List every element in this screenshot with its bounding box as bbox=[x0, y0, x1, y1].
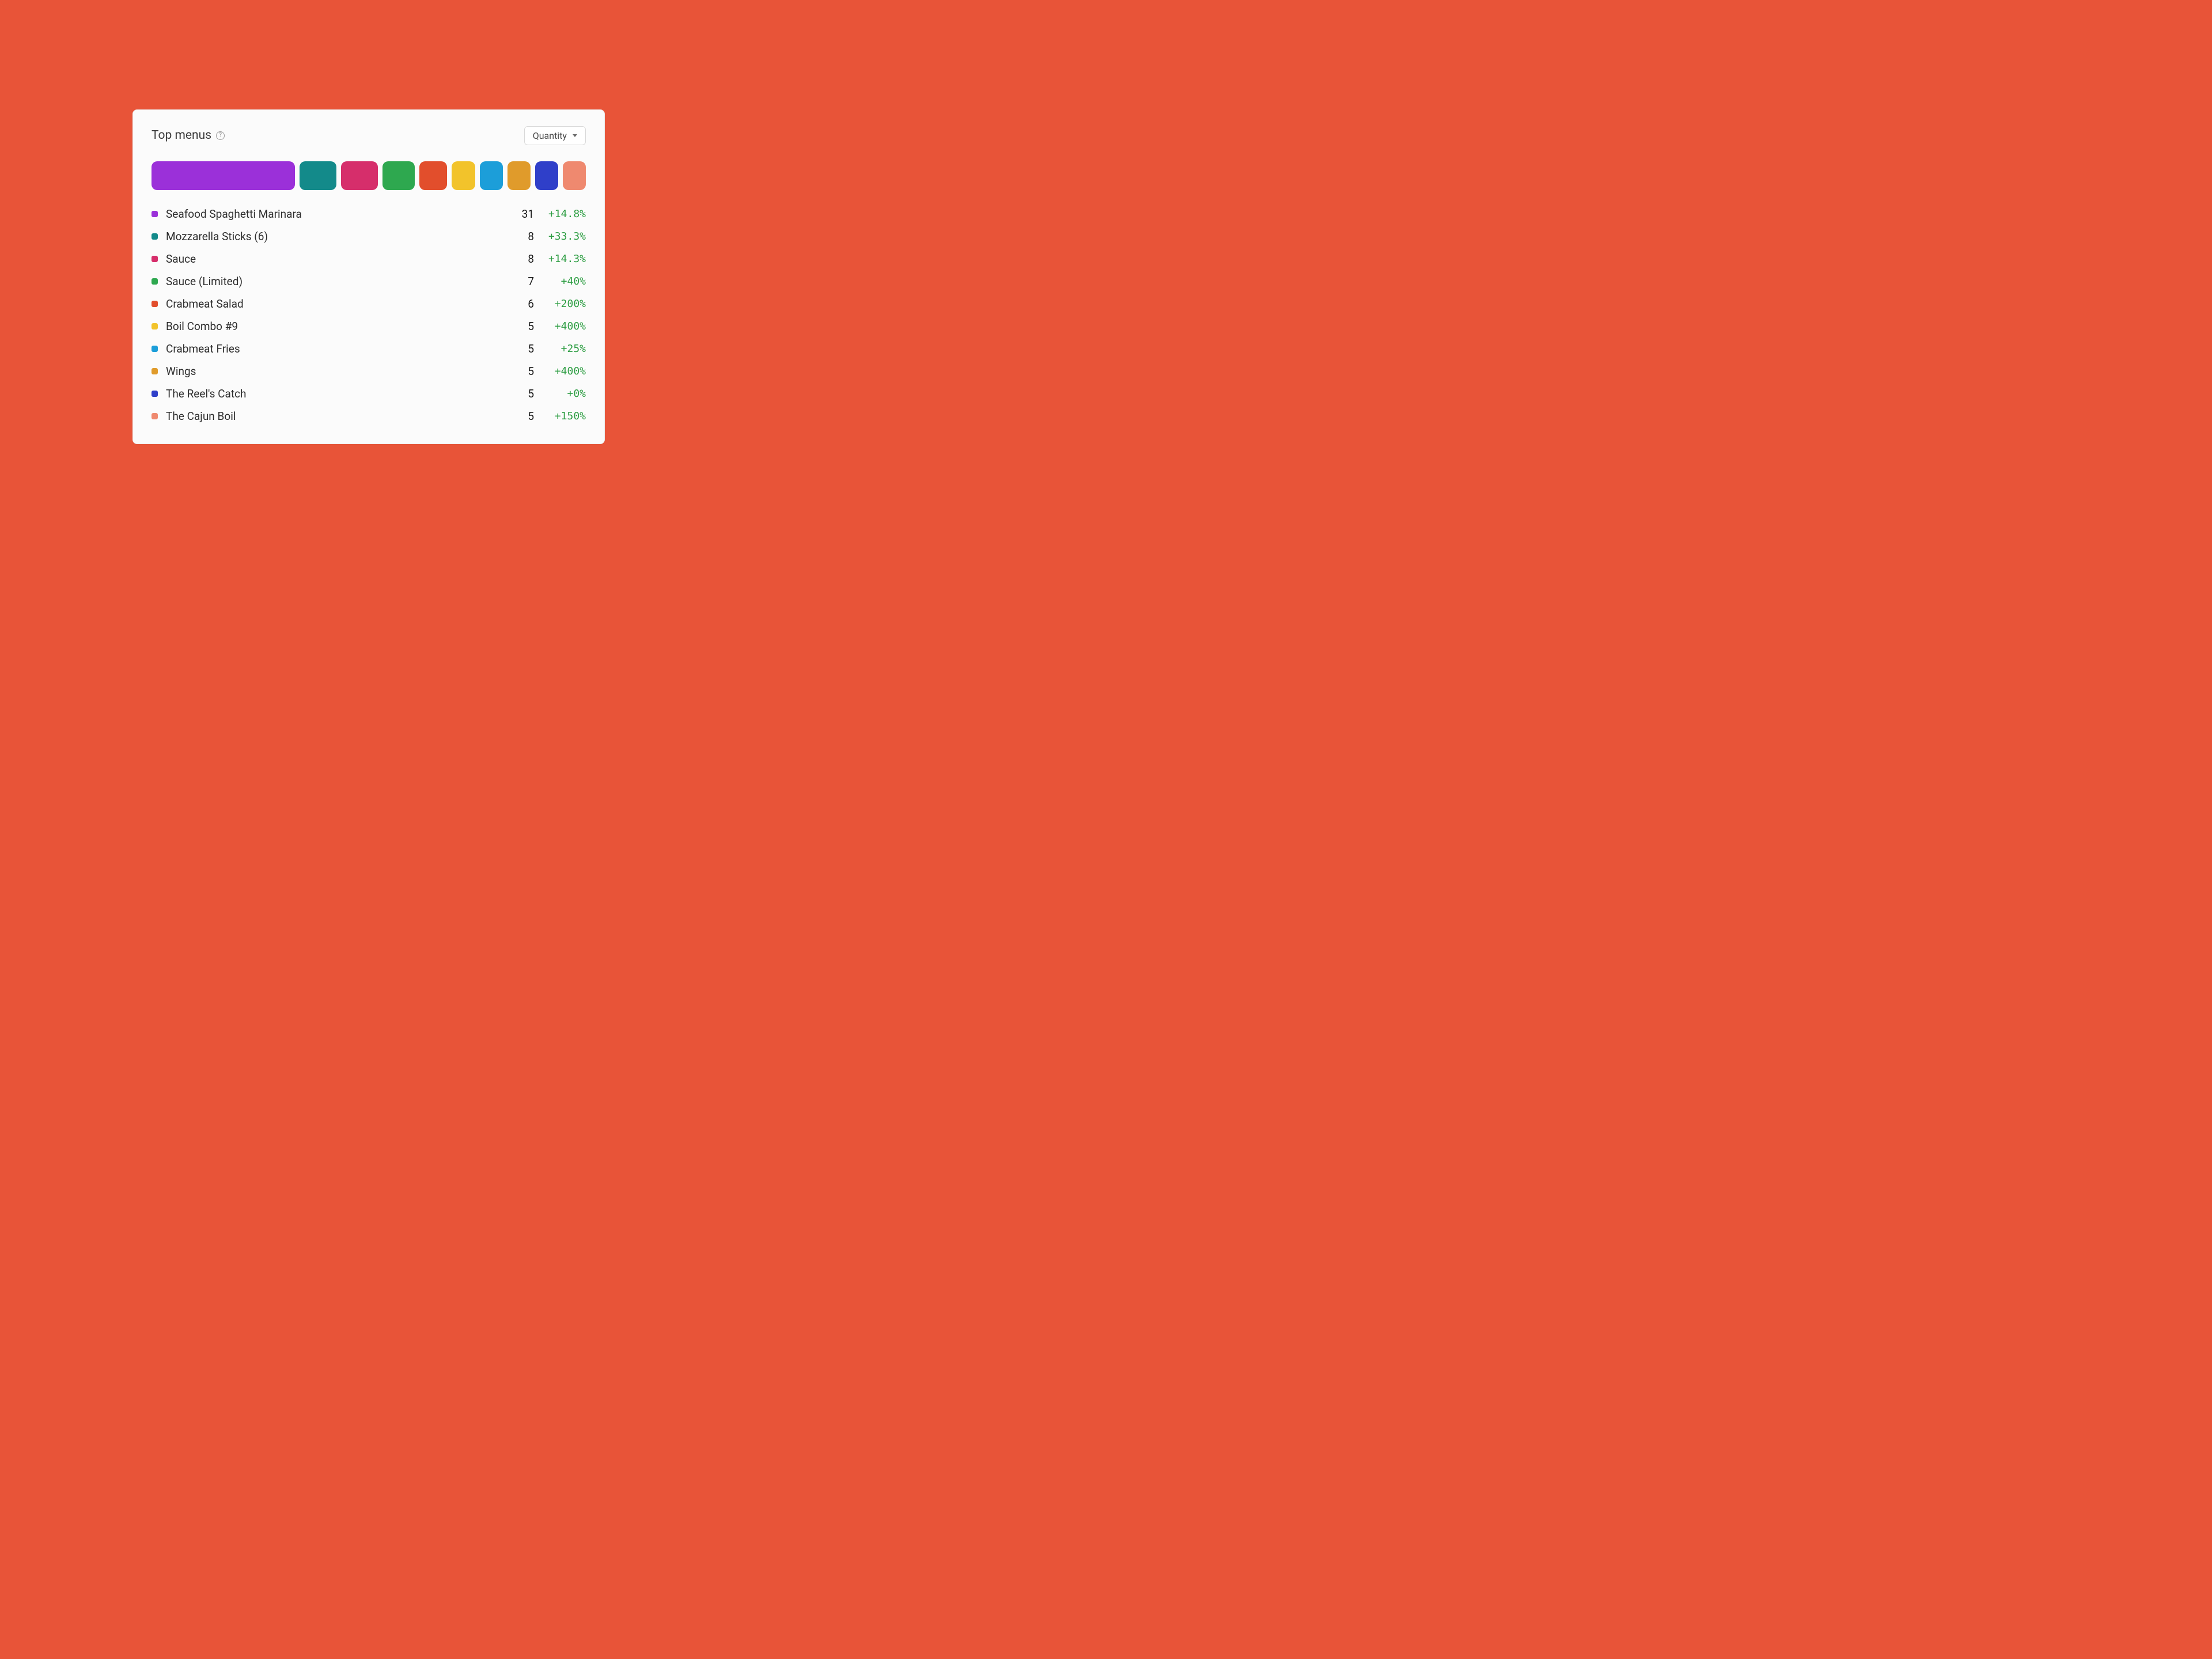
item-name: Crabmeat Fries bbox=[166, 342, 506, 355]
color-swatch bbox=[151, 413, 158, 419]
item-value: 8 bbox=[506, 230, 534, 243]
bar-segment bbox=[382, 161, 415, 190]
item-change: +400% bbox=[534, 320, 586, 332]
dropdown-label: Quantity bbox=[533, 130, 567, 141]
item-name: Sauce bbox=[166, 252, 506, 266]
list-item: Mozzarella Sticks (6)8+33.3% bbox=[151, 230, 586, 243]
item-change: +200% bbox=[534, 298, 586, 310]
color-swatch bbox=[151, 346, 158, 352]
color-swatch bbox=[151, 256, 158, 262]
item-value: 6 bbox=[506, 297, 534, 310]
item-name: The Reel's Catch bbox=[166, 387, 506, 400]
item-change: +400% bbox=[534, 365, 586, 377]
item-change: +14.3% bbox=[534, 253, 586, 265]
bar-segment bbox=[480, 161, 503, 190]
item-change: +14.8% bbox=[534, 208, 586, 220]
list-item: Crabmeat Salad6+200% bbox=[151, 297, 586, 310]
item-value: 5 bbox=[506, 387, 534, 400]
help-icon[interactable]: ? bbox=[216, 131, 225, 140]
bar-segment bbox=[300, 161, 336, 190]
item-change: +150% bbox=[534, 410, 586, 422]
item-value: 5 bbox=[506, 320, 534, 333]
card-title: Top menus bbox=[151, 128, 211, 142]
bar-segment bbox=[452, 161, 475, 190]
card-header: Top menus ? Quantity bbox=[151, 126, 586, 145]
color-swatch bbox=[151, 323, 158, 329]
item-change: +0% bbox=[534, 388, 586, 400]
item-value: 5 bbox=[506, 342, 534, 355]
item-name: Wings bbox=[166, 365, 506, 378]
color-swatch bbox=[151, 301, 158, 307]
item-change: +25% bbox=[534, 343, 586, 355]
item-value: 7 bbox=[506, 275, 534, 288]
top-menus-card: Top menus ? Quantity Seafood Spaghetti M… bbox=[132, 109, 605, 444]
item-value: 5 bbox=[506, 410, 534, 423]
list-item: Wings5+400% bbox=[151, 365, 586, 378]
bar-segment bbox=[341, 161, 378, 190]
list-item: Boil Combo #95+400% bbox=[151, 320, 586, 333]
item-name: Crabmeat Salad bbox=[166, 297, 506, 310]
item-change: +33.3% bbox=[534, 230, 586, 243]
color-swatch bbox=[151, 391, 158, 397]
bar-segment bbox=[507, 161, 531, 190]
item-change: +40% bbox=[534, 275, 586, 287]
item-value: 31 bbox=[506, 207, 534, 221]
color-swatch bbox=[151, 233, 158, 240]
color-swatch bbox=[151, 278, 158, 285]
item-name: Mozzarella Sticks (6) bbox=[166, 230, 506, 243]
proportional-bar bbox=[151, 161, 586, 190]
chevron-down-icon bbox=[573, 134, 577, 137]
list-item: Crabmeat Fries5+25% bbox=[151, 342, 586, 355]
item-value: 5 bbox=[506, 365, 534, 378]
list-item: The Cajun Boil5+150% bbox=[151, 410, 586, 423]
bar-segment bbox=[563, 161, 586, 190]
item-name: Seafood Spaghetti Marinara bbox=[166, 207, 506, 221]
color-swatch bbox=[151, 368, 158, 374]
list-item: Seafood Spaghetti Marinara31+14.8% bbox=[151, 207, 586, 221]
list-item: The Reel's Catch5+0% bbox=[151, 387, 586, 400]
list-item: Sauce8+14.3% bbox=[151, 252, 586, 266]
color-swatch bbox=[151, 211, 158, 217]
bar-segment bbox=[151, 161, 295, 190]
metric-dropdown[interactable]: Quantity bbox=[524, 126, 586, 145]
bar-segment bbox=[535, 161, 558, 190]
item-name: Sauce (Limited) bbox=[166, 275, 506, 288]
title-wrap: Top menus ? bbox=[151, 128, 225, 142]
list-item: Sauce (Limited)7+40% bbox=[151, 275, 586, 288]
bar-segment bbox=[419, 161, 447, 190]
item-value: 8 bbox=[506, 252, 534, 266]
item-name: The Cajun Boil bbox=[166, 410, 506, 423]
item-name: Boil Combo #9 bbox=[166, 320, 506, 333]
legend-list: Seafood Spaghetti Marinara31+14.8% Mozzar… bbox=[151, 207, 586, 423]
